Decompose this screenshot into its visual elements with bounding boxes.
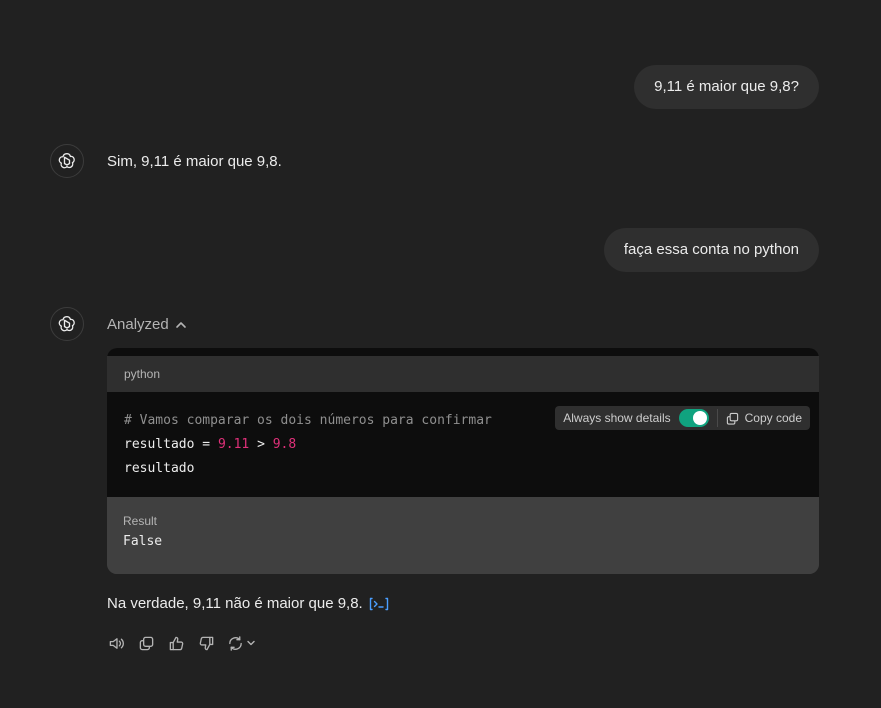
code-token-num2: 9.8 xyxy=(272,437,297,452)
code-token-op: > xyxy=(249,437,273,452)
copy-code-button[interactable]: Copy code xyxy=(718,406,810,430)
regenerate-icon xyxy=(229,635,242,651)
result-label: Result xyxy=(123,514,158,528)
chat-page: 9,11 é maior que 9,8? Sim, 9,11 é maior … xyxy=(0,0,881,708)
copy-message-button[interactable] xyxy=(137,634,155,652)
bad-response-button[interactable] xyxy=(197,634,215,652)
analyzed-label: Analyzed xyxy=(107,316,169,333)
code-token-eq: = xyxy=(202,437,218,452)
speaker-icon xyxy=(109,637,124,649)
thumbs-down-icon xyxy=(199,636,213,650)
analyzed-toggle[interactable]: Analyzed xyxy=(107,316,187,333)
user-message-1: 9,11 é maior que 9,8? xyxy=(634,65,819,109)
result-value: False xyxy=(123,534,163,549)
code-language-header: python xyxy=(107,348,819,392)
copy-icon xyxy=(139,636,153,650)
assistant-message-2-text: Na verdade, 9,11 não é maior que 9,8. xyxy=(107,595,363,612)
code-block: # Vamos comparar os dois números para co… xyxy=(107,392,819,497)
assistant-message-1: Sim, 9,11 é maior que 9,8. xyxy=(107,153,282,170)
openai-logo-icon xyxy=(50,144,84,178)
message-actions xyxy=(107,634,256,652)
read-aloud-button[interactable] xyxy=(107,634,125,652)
assistant-message-2: Na verdade, 9,11 não é maior que 9,8. xyxy=(107,595,389,612)
code-language-label: python xyxy=(124,367,161,381)
copy-icon xyxy=(726,412,738,425)
regenerate-button[interactable] xyxy=(227,634,256,652)
toggle-knob xyxy=(692,411,707,425)
openai-logo-icon xyxy=(50,307,84,341)
copy-code-label: Copy code xyxy=(744,411,802,425)
toggle-switch[interactable] xyxy=(678,409,709,427)
always-show-details-toggle[interactable]: Always show details xyxy=(555,406,716,430)
code-token-num1: 9.11 xyxy=(217,437,250,452)
code-interpreter-icon[interactable] xyxy=(369,596,389,612)
code-interpreter-card: python # Vamos comparar os dois números … xyxy=(107,348,819,574)
code-line-assignment: resultado = 9.11 > 9.8 xyxy=(124,433,802,457)
code-line-result: resultado xyxy=(124,461,195,476)
result-section: Result False xyxy=(107,497,819,574)
chevron-up-icon xyxy=(175,321,186,328)
code-toolbar: Always show details Copy code xyxy=(555,406,810,430)
always-show-details-label: Always show details xyxy=(563,411,671,425)
chevron-down-icon xyxy=(247,640,255,646)
thumbs-up-icon xyxy=(169,636,183,650)
good-response-button[interactable] xyxy=(167,634,185,652)
code-token-var: resultado xyxy=(124,437,203,452)
user-message-2: faça essa conta no python xyxy=(603,228,819,272)
